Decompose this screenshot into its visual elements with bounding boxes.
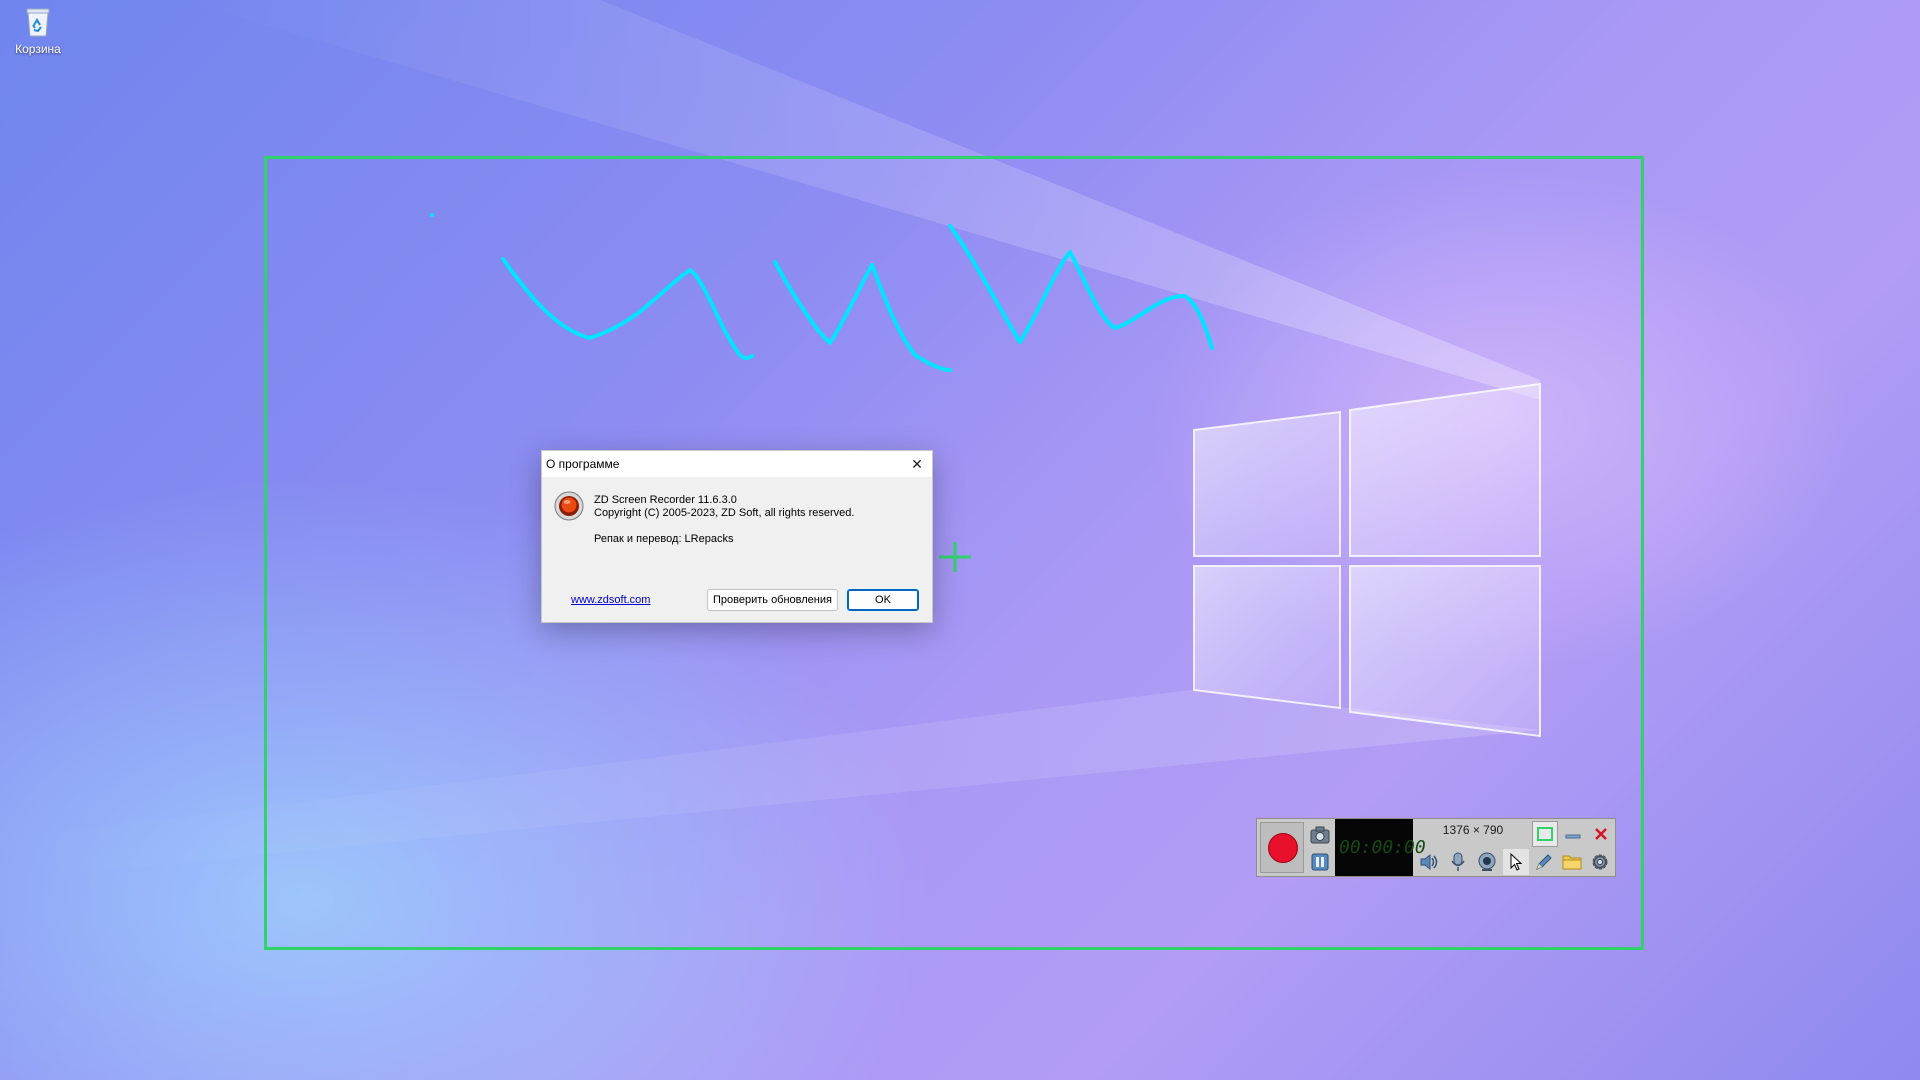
minimize-icon — [1565, 834, 1581, 839]
crosshair-cursor-icon — [939, 542, 971, 572]
camera-icon — [1310, 826, 1330, 844]
recorder-toolbar: 00:00:00 1376 × 790 — [1256, 818, 1616, 877]
region-button[interactable] — [1532, 821, 1558, 847]
ok-button[interactable]: OK — [847, 589, 919, 611]
folder-button[interactable] — [1559, 849, 1585, 875]
recycle-bin-label: Корзина — [15, 42, 61, 56]
settings-button[interactable] — [1587, 849, 1613, 875]
webcam-button[interactable] — [1474, 849, 1500, 875]
about-dialog: О программе ✕ ZD Screen Recorder 11.6.3.… — [541, 450, 933, 623]
repack-credit-text: Репак и перевод: LRepacks — [594, 533, 734, 545]
resolution-readout: 1376 × 790 — [1442, 823, 1504, 837]
pen-icon — [1536, 854, 1552, 870]
speaker-button[interactable] — [1416, 849, 1442, 875]
minimize-button[interactable] — [1560, 821, 1586, 847]
recycle-bin-shortcut[interactable]: Корзина — [8, 6, 68, 62]
desktop-wallpaper: Корзина О программе ✕ ZD Screen Recorder… — [0, 0, 1920, 1080]
pen-button[interactable] — [1531, 849, 1557, 875]
gear-icon — [1592, 854, 1608, 870]
close-icon — [1595, 828, 1607, 840]
dialog-titlebar[interactable]: О программе ✕ — [542, 451, 932, 477]
pause-button[interactable] — [1307, 849, 1333, 875]
pause-icon — [1311, 853, 1329, 871]
recycle-bin-icon — [26, 8, 50, 37]
timer-text: 00:00:00 — [1339, 837, 1426, 858]
cursor-button[interactable] — [1503, 849, 1529, 875]
screenshot-button[interactable] — [1307, 822, 1333, 848]
webcam-icon — [1478, 852, 1496, 871]
dialog-close-button[interactable]: ✕ — [902, 451, 932, 477]
website-link[interactable]: www.zdsoft.com — [571, 594, 650, 606]
record-icon — [1268, 833, 1298, 863]
dialog-title: О программе — [546, 457, 620, 471]
cursor-icon — [1510, 853, 1523, 871]
microphone-icon — [1451, 852, 1465, 871]
folder-icon — [1562, 855, 1582, 870]
copyright-text: Copyright (C) 2005-2023, ZD Soft, all ri… — [594, 507, 855, 519]
timer-display: 00:00:00 — [1335, 819, 1426, 876]
speaker-icon — [1420, 853, 1438, 871]
app-name-version: ZD Screen Recorder 11.6.3.0 — [594, 494, 737, 506]
check-updates-button[interactable]: Проверить обновления — [707, 589, 838, 611]
close-button[interactable] — [1588, 821, 1614, 847]
record-button[interactable] — [1260, 822, 1304, 873]
microphone-button[interactable] — [1445, 849, 1471, 875]
region-icon — [1537, 827, 1553, 841]
zd-recorder-app-icon — [554, 491, 584, 521]
